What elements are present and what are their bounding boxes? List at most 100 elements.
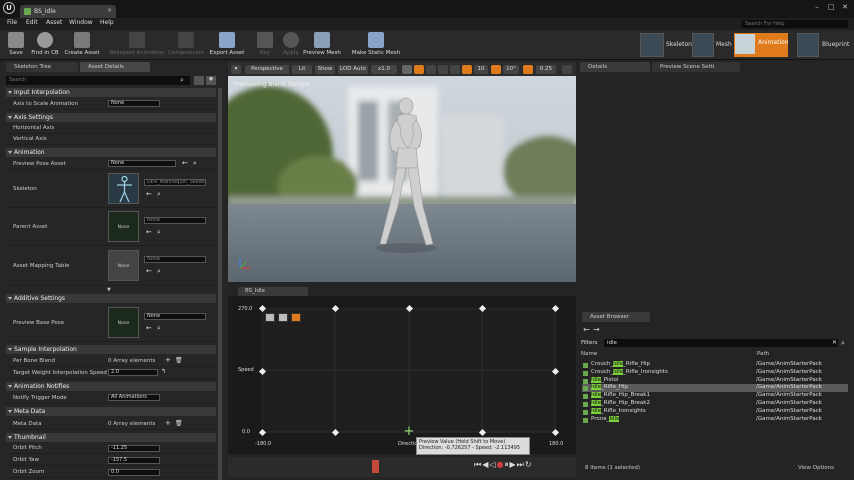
section-thumbnail[interactable]: Thumbnail <box>6 433 216 442</box>
filters-button[interactable]: Filters <box>581 340 598 346</box>
browse-icon[interactable]: ⌕ <box>193 159 197 168</box>
show-button[interactable]: Show <box>315 65 335 74</box>
orbit-yaw-input[interactable]: -157.5 <box>108 457 160 464</box>
reimport-animation-button[interactable]: Reimport Animation <box>105 32 169 56</box>
target-weight-input[interactable]: 2.0 <box>108 369 158 376</box>
section-sample-interpolation[interactable]: Sample Interpolation <box>6 345 216 354</box>
timeline-scrubber[interactable] <box>372 460 379 473</box>
details-search-input[interactable]: Search <box>6 76 190 85</box>
minimize-icon[interactable]: – <box>812 3 822 11</box>
browse-icon[interactable]: ⌕ <box>157 324 161 333</box>
skeleton-mode-icon[interactable] <box>640 33 664 57</box>
preview-mesh-button[interactable]: Preview Mesh <box>301 32 343 56</box>
eye-icon[interactable]: ◉ <box>206 76 216 85</box>
scale-snap-icon[interactable] <box>523 65 533 74</box>
lock-preview-icon[interactable] <box>291 313 301 322</box>
skeleton-dropdown[interactable]: UE4_Mannequin_Skeleton <box>144 179 206 186</box>
scale-snap-value[interactable]: 0.25 <box>536 65 556 74</box>
arrow-left-icon[interactable]: ← <box>182 159 188 167</box>
arrow-left-icon[interactable]: ← <box>146 228 152 236</box>
lit-button[interactable]: Lit <box>292 65 312 74</box>
section-additive-settings[interactable]: Additive Settings <box>6 294 216 303</box>
blendspace-grid[interactable] <box>261 307 556 433</box>
menu-asset[interactable]: Asset <box>46 19 62 26</box>
tab-asset-browser[interactable]: Asset Browser <box>582 312 650 322</box>
view-options-grid-icon[interactable] <box>194 76 204 85</box>
browse-icon[interactable]: ⌕ <box>157 267 161 276</box>
asset-row[interactable]: Idle_Rifle_Hip/Game/AnimStarterPack <box>582 384 848 393</box>
preview-pose-dropdown[interactable]: None <box>108 160 176 167</box>
section-animation[interactable]: Animation <box>6 148 216 157</box>
find-in-cb-button[interactable]: Find in CB <box>24 32 66 56</box>
skeleton-mode-label[interactable]: Skeleton <box>666 34 692 56</box>
menu-help[interactable]: Help <box>100 19 114 26</box>
browse-icon[interactable]: ⌕ <box>157 190 161 199</box>
blueprint-mode-icon[interactable] <box>797 33 819 57</box>
lod-auto-button[interactable]: LOD Auto <box>338 65 368 74</box>
trash-icon[interactable]: 🗑 <box>175 357 183 364</box>
preview-crosshair-icon[interactable]: + <box>402 425 416 439</box>
animation-mode-button[interactable]: Animation <box>734 33 789 57</box>
document-tab[interactable]: BS_Idle ✕ <box>20 5 116 18</box>
menu-file[interactable]: File <box>7 19 17 26</box>
rotation-snap-value[interactable]: 10° <box>503 65 519 74</box>
step-forward-icon[interactable]: ▶ <box>510 460 517 469</box>
asset-mapping-dropdown[interactable]: None <box>144 256 206 263</box>
compression-button[interactable]: Compression <box>165 32 207 56</box>
mesh-mode-label[interactable]: Mesh <box>716 34 732 56</box>
tab-details[interactable]: Details <box>580 62 650 72</box>
preview-base-pose-thumbnail[interactable]: None <box>108 307 139 338</box>
play-reverse-icon[interactable]: ◁ <box>489 460 496 469</box>
asset-filter-input[interactable]: idle <box>604 339 838 347</box>
export-asset-button[interactable]: Export Asset <box>206 32 248 56</box>
menu-window[interactable]: Window <box>69 19 93 26</box>
column-path-header[interactable]: Path <box>757 351 769 357</box>
scale-icon[interactable] <box>438 65 448 74</box>
playback-speed-button[interactable]: x1.0 <box>371 65 397 74</box>
grid-view-icon[interactable] <box>278 313 288 322</box>
asset-row[interactable]: Crouch_Idle_Rifle_Ironsights/Game/AnimSt… <box>582 368 848 377</box>
orbit-zoom-input[interactable]: 0.0 <box>108 469 160 476</box>
add-element-icon[interactable]: + <box>165 356 171 364</box>
expand-chevron-icon[interactable]: ▼ <box>107 287 111 293</box>
translate-icon[interactable] <box>414 65 424 74</box>
section-input-interpolation[interactable]: Input Interpolation <box>6 88 216 97</box>
loop-icon[interactable]: ↻ <box>525 460 533 469</box>
parent-asset-dropdown[interactable]: None <box>144 217 206 224</box>
clear-search-icon[interactable]: ✕ <box>832 339 837 346</box>
tab-skeleton-tree[interactable]: Skeleton Tree <box>6 62 78 72</box>
orbit-pitch-input[interactable]: -11.25 <box>108 445 160 452</box>
world-local-icon[interactable] <box>450 65 460 74</box>
axis-to-scale-dropdown[interactable]: None <box>108 100 160 107</box>
skip-to-start-icon[interactable]: ⏮ <box>474 460 482 469</box>
vertical-axis-row[interactable]: Vertical Axis <box>6 134 216 145</box>
browse-icon[interactable]: ⌕ <box>157 228 161 237</box>
asset-row[interactable]: Idle_Rifle_Hip_Break1/Game/AnimStarterPa… <box>582 392 848 400</box>
asset-row[interactable]: Idle_Rifle_Hip_Break2/Game/AnimStarterPa… <box>582 400 848 408</box>
select-mode-icon[interactable] <box>402 65 412 74</box>
view-options-button[interactable]: View Options <box>798 465 834 471</box>
add-element-icon[interactable]: + <box>165 419 171 427</box>
section-animation-notifies[interactable]: Animation Notifies <box>6 382 216 391</box>
grid-snap-value[interactable]: 10 <box>474 65 488 74</box>
arrow-left-icon[interactable]: ← <box>146 190 152 198</box>
forward-arrow-icon[interactable]: → <box>593 325 600 334</box>
triangulation-icon[interactable] <box>265 313 275 322</box>
grid-snap-icon[interactable] <box>462 65 472 74</box>
asset-row[interactable]: Idle_Pistol/Game/AnimStarterPack <box>582 376 848 385</box>
rotate-icon[interactable] <box>426 65 436 74</box>
horizontal-axis-row[interactable]: Horizontal Axis <box>6 123 216 134</box>
rotation-snap-icon[interactable] <box>491 65 501 74</box>
preview-viewport[interactable]: Previewing Blend Sample <box>228 76 576 282</box>
parent-asset-thumbnail[interactable]: None <box>108 211 139 242</box>
section-axis-settings[interactable]: Axis Settings <box>6 113 216 122</box>
blueprint-mode-label[interactable]: Blueprint <box>822 34 849 56</box>
details-scrollbar[interactable] <box>218 88 222 480</box>
viewport-options-icon[interactable]: ▾ <box>231 65 241 74</box>
asset-row[interactable]: Prone_Idle/Game/AnimStarterPack <box>582 415 848 424</box>
create-asset-button[interactable]: Create Asset <box>61 32 103 56</box>
blendspace-tab[interactable]: BS_Idle <box>238 287 308 296</box>
maximize-viewport-icon[interactable] <box>562 65 572 74</box>
unreal-logo[interactable]: U <box>3 2 15 14</box>
maximize-icon[interactable]: □ <box>826 3 836 11</box>
